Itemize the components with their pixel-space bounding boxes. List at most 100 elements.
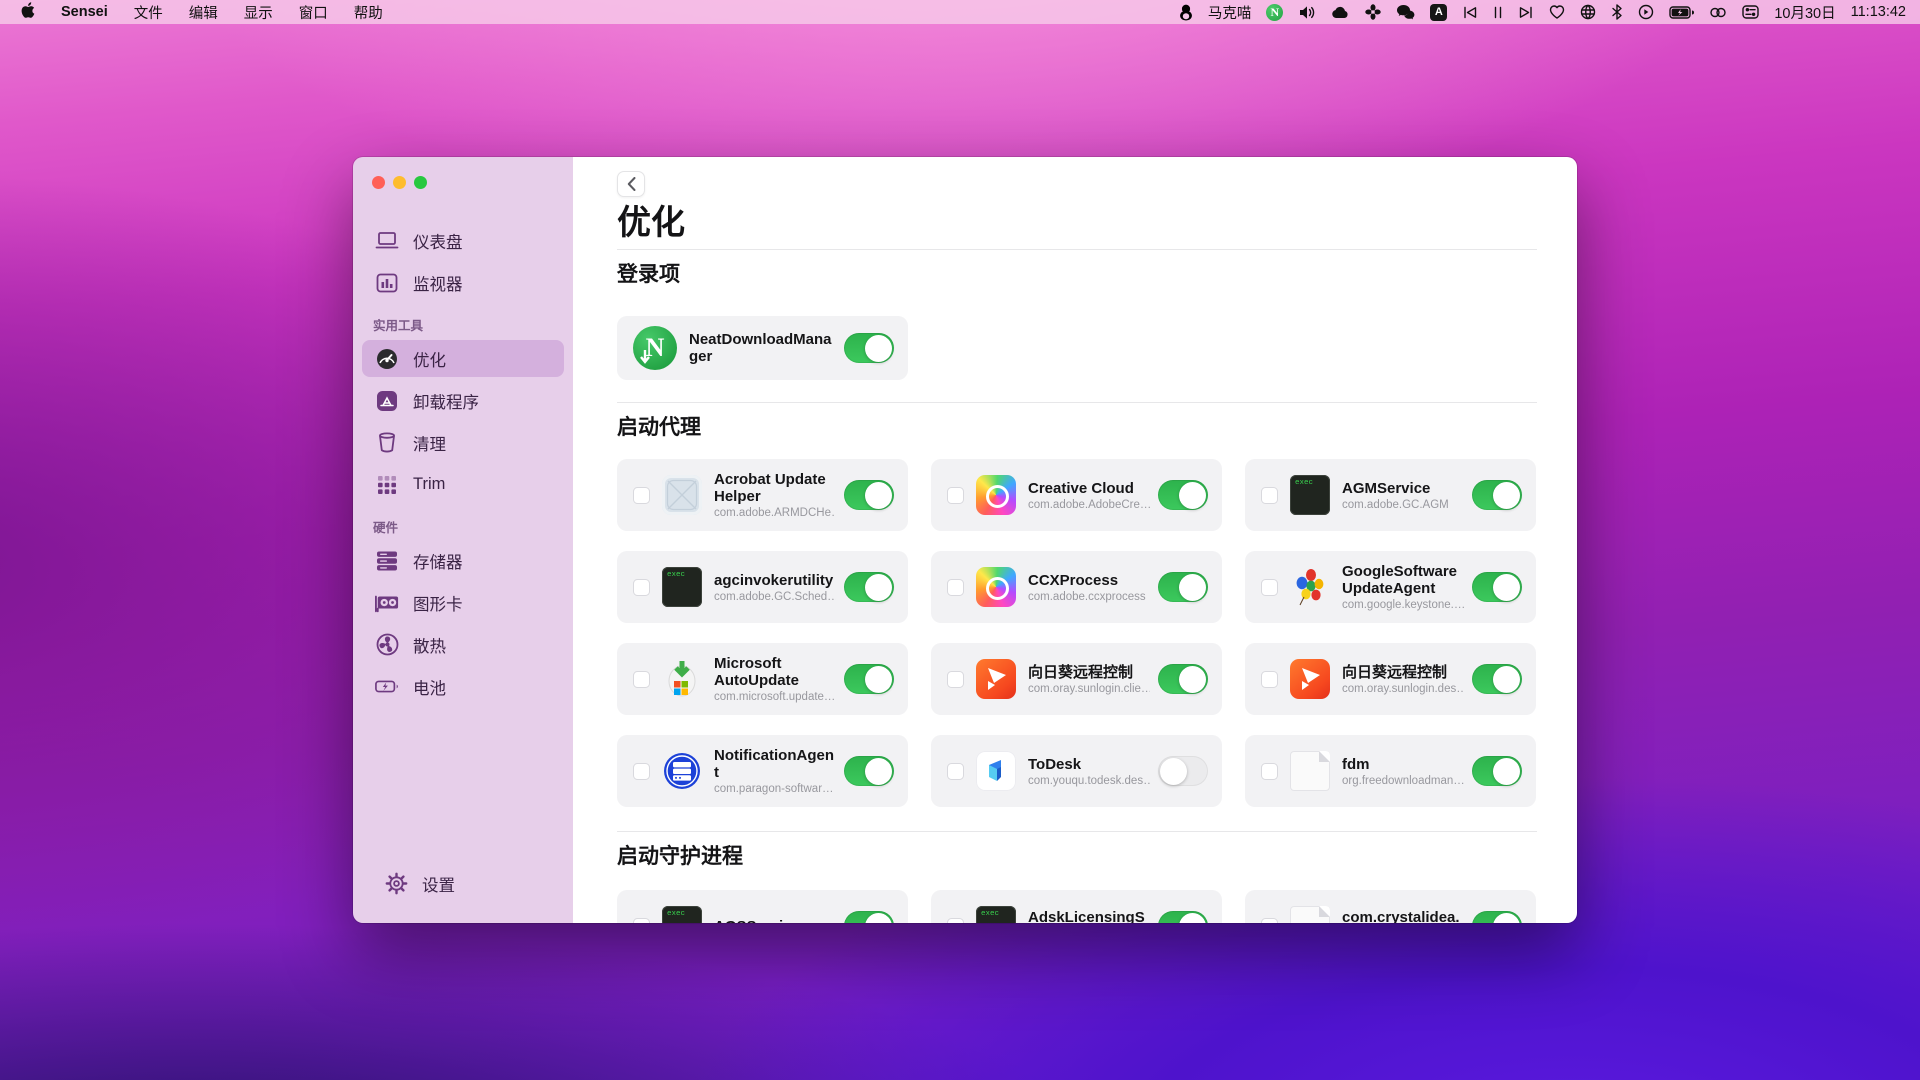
app-name: Acrobat Update Helper	[714, 471, 836, 505]
launch-agent-card: NotificationAgentcom.paragon-softwar…	[617, 735, 908, 807]
battery-icon[interactable]	[1669, 6, 1694, 19]
minimize-window-button[interactable]	[393, 176, 406, 189]
menu-item-4[interactable]: 帮助	[354, 2, 383, 23]
divider	[617, 831, 1537, 832]
pause-icon[interactable]	[1493, 6, 1503, 19]
exec-app-icon: exec	[1290, 475, 1330, 515]
select-checkbox[interactable]	[947, 487, 964, 504]
select-checkbox[interactable]	[1261, 763, 1278, 780]
menu-app-name[interactable]: Sensei	[61, 4, 108, 20]
app-text: GoogleSoftwareUpdateAgentcom.google.keys…	[1342, 563, 1464, 611]
select-checkbox[interactable]	[1261, 579, 1278, 596]
enable-toggle[interactable]	[1472, 572, 1522, 602]
app-text: Acrobat Update Helper com.adobe.ARMDCHe…	[714, 471, 836, 519]
menu-bar-status-area: 马克喵 N A 10月30日 11:13:42	[1179, 2, 1906, 23]
launch-agent-card: 向日葵远程控制com.oray.sunlogin.clie…	[931, 643, 1222, 715]
select-checkbox[interactable]	[947, 671, 964, 688]
app-text: NotificationAgentcom.paragon-softwar…	[714, 747, 836, 795]
select-checkbox[interactable]	[633, 487, 650, 504]
ndm-icon[interactable]: N	[1266, 4, 1283, 21]
enable-toggle[interactable]	[1472, 664, 1522, 694]
sidebar-item-label: 电池	[413, 675, 446, 699]
hotspot-icon[interactable]	[1709, 6, 1727, 19]
enable-toggle[interactable]	[1472, 480, 1522, 510]
sidebar-item-gauge[interactable]: 优化	[362, 340, 564, 377]
enable-toggle[interactable]	[844, 911, 894, 923]
menu-item-1[interactable]: 编辑	[189, 2, 218, 23]
sidebar-item-bucket[interactable]: 清理	[362, 424, 564, 461]
select-checkbox[interactable]	[633, 579, 650, 596]
enable-toggle[interactable]	[1158, 756, 1208, 786]
sidebar-item-gear[interactable]: 设置	[371, 865, 555, 902]
play-circle-icon[interactable]	[1638, 4, 1654, 20]
enable-toggle[interactable]	[844, 664, 894, 694]
control-center-icon[interactable]	[1742, 5, 1759, 19]
sidebar-item-storage[interactable]: 存储器	[362, 542, 564, 579]
select-checkbox[interactable]	[947, 579, 964, 596]
appstore-icon	[375, 389, 399, 413]
status-username[interactable]: 马克喵	[1208, 2, 1252, 23]
wechat-icon[interactable]	[1396, 4, 1415, 20]
launch-daemon-card: exec AGSService	[617, 890, 908, 923]
enable-toggle[interactable]	[844, 572, 894, 602]
sidebar-item-battery[interactable]: 电池	[362, 668, 564, 705]
qq-icon[interactable]	[1179, 4, 1193, 21]
select-checkbox[interactable]	[633, 763, 650, 780]
app-name: fdm	[1342, 756, 1464, 773]
generic-app-icon	[662, 475, 702, 515]
sidebar-item-label: Trim	[413, 475, 445, 494]
select-checkbox[interactable]	[947, 763, 964, 780]
sidebar-item-monitor[interactable]: 监视器	[362, 264, 564, 301]
back-button[interactable]	[617, 171, 645, 197]
bluetooth-icon[interactable]	[1611, 4, 1623, 20]
enable-toggle[interactable]	[1158, 664, 1208, 694]
close-window-button[interactable]	[372, 176, 385, 189]
sidebar-item-label: 设置	[422, 872, 455, 896]
launch-agent-card: Creative Cloudcom.adobe.AdobeCre…	[931, 459, 1222, 531]
sidebar-item-grid[interactable]: Trim	[362, 466, 564, 503]
menu-item-0[interactable]: 文件	[134, 2, 163, 23]
zoom-window-button[interactable]	[414, 176, 427, 189]
enable-toggle[interactable]	[844, 756, 894, 786]
login-item-card: N NeatDownloadManager	[617, 316, 908, 380]
enable-toggle[interactable]	[844, 480, 894, 510]
enable-toggle[interactable]	[1158, 480, 1208, 510]
sidebar-item-gpu[interactable]: 图形卡	[362, 584, 564, 621]
enable-toggle[interactable]	[1158, 911, 1208, 923]
enable-toggle[interactable]	[1472, 911, 1522, 923]
globe-icon[interactable]	[1580, 4, 1596, 20]
select-checkbox[interactable]	[633, 671, 650, 688]
toggle-knob	[1493, 666, 1520, 693]
volume-icon[interactable]	[1298, 5, 1316, 20]
menu-date[interactable]: 10月30日	[1774, 2, 1835, 23]
cloud-icon[interactable]	[1331, 6, 1350, 19]
fan-icon[interactable]	[1365, 4, 1381, 20]
sidebar-section-label: 硬件	[373, 517, 573, 536]
toggle-knob	[1179, 574, 1206, 601]
menu-item-2[interactable]: 显示	[244, 2, 273, 23]
enable-toggle[interactable]	[1158, 572, 1208, 602]
select-checkbox[interactable]	[1261, 487, 1278, 504]
next-icon[interactable]	[1518, 6, 1534, 19]
input-a-icon[interactable]: A	[1430, 4, 1447, 21]
sidebar-item-appstore[interactable]: 卸载程序	[362, 382, 564, 419]
select-checkbox[interactable]	[947, 918, 964, 924]
select-checkbox[interactable]	[633, 918, 650, 924]
app-text: Microsoft AutoUpdatecom.microsoft.update…	[714, 655, 836, 703]
page-title: 优化	[617, 201, 1537, 245]
prev-icon[interactable]	[1462, 6, 1478, 19]
enable-toggle[interactable]	[844, 333, 894, 363]
gpu-icon	[375, 591, 399, 615]
menu-time[interactable]: 11:13:42	[1851, 4, 1906, 20]
heart-icon[interactable]	[1549, 5, 1565, 19]
select-checkbox[interactable]	[1261, 918, 1278, 924]
app-bundle-id: com.adobe.ARMDCHe…	[714, 507, 836, 519]
sidebar-item-coolfan[interactable]: 散热	[362, 626, 564, 663]
select-checkbox[interactable]	[1261, 671, 1278, 688]
apple-menu-icon[interactable]	[20, 2, 35, 23]
document-app-icon	[1290, 751, 1330, 791]
sidebar-item-dashboard[interactable]: 仪表盘	[362, 222, 564, 259]
menu-item-3[interactable]: 窗口	[299, 2, 328, 23]
launch-agent-card: CCXProcesscom.adobe.ccxprocess	[931, 551, 1222, 623]
enable-toggle[interactable]	[1472, 756, 1522, 786]
